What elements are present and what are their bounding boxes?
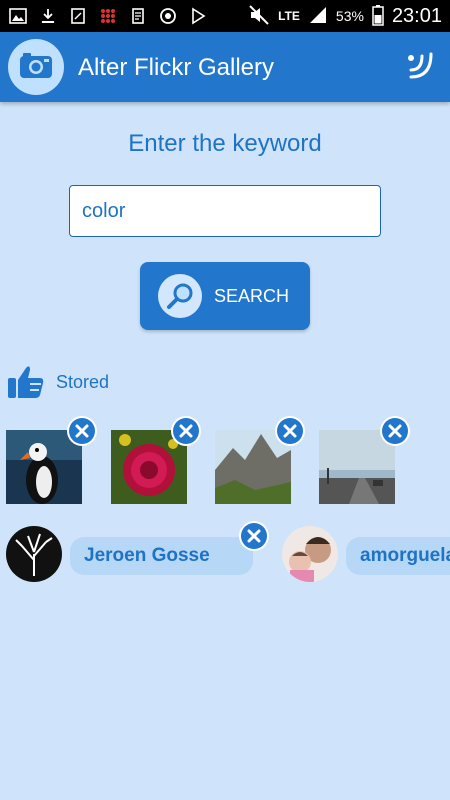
- stored-header: Stored: [6, 362, 109, 402]
- mute-icon: [248, 4, 270, 29]
- wave-button[interactable]: [406, 50, 436, 80]
- keyword-input[interactable]: [69, 185, 381, 237]
- remove-photo-2-button[interactable]: [171, 416, 201, 446]
- battery-percent: 53%: [335, 8, 364, 24]
- user-name: amorguela: [360, 545, 450, 566]
- magnifier-icon: [158, 274, 202, 318]
- people-avatar-image: [282, 526, 338, 582]
- clock: 23:01: [391, 4, 442, 27]
- stored-label: Stored: [56, 371, 110, 392]
- status-bar: LTE 53% 23:01: [0, 0, 450, 32]
- download-icon: [38, 6, 58, 26]
- app-title: Alter Flickr Gallery: [78, 54, 275, 81]
- search-button[interactable]: SEARCH: [140, 262, 310, 330]
- image-icon: [8, 6, 28, 26]
- app-bar: Alter Flickr Gallery: [0, 32, 450, 102]
- remove-photo-4-button[interactable]: [380, 416, 410, 446]
- avatar: [282, 526, 338, 582]
- signal-icon: [308, 5, 328, 28]
- close-icon: [69, 418, 95, 444]
- network-type: LTE: [278, 9, 300, 23]
- app-logo: [8, 39, 64, 95]
- close-icon: [382, 418, 408, 444]
- search-prompt: Enter the keyword: [128, 130, 322, 157]
- close-icon: [241, 523, 267, 549]
- document-icon: [128, 6, 148, 26]
- avatar: [6, 526, 62, 582]
- wave-icon: [406, 52, 436, 84]
- battery-icon: [372, 4, 384, 29]
- user-name-chip: amorguela: [346, 537, 450, 575]
- remove-photo-1-button[interactable]: [67, 416, 97, 446]
- close-icon: [277, 418, 303, 444]
- tree-avatar-image: [6, 526, 62, 582]
- stored-user-1[interactable]: Jeroen Gosse: [6, 526, 266, 584]
- user-name: Jeroen Gosse: [84, 545, 210, 566]
- close-icon: [173, 418, 199, 444]
- play-store-icon: [188, 6, 208, 26]
- thumbs-up-icon: [6, 362, 46, 402]
- user-name-chip: Jeroen Gosse: [70, 537, 253, 575]
- grid-icon: [98, 6, 118, 26]
- search-button-label: SEARCH: [214, 285, 290, 306]
- camera-icon: [19, 51, 53, 84]
- circle-sync-icon: [158, 6, 178, 26]
- tablet-icon: [68, 6, 88, 26]
- stored-user-2[interactable]: amorguela: [282, 526, 450, 584]
- remove-photo-3-button[interactable]: [275, 416, 305, 446]
- remove-user-1-button[interactable]: [239, 521, 269, 551]
